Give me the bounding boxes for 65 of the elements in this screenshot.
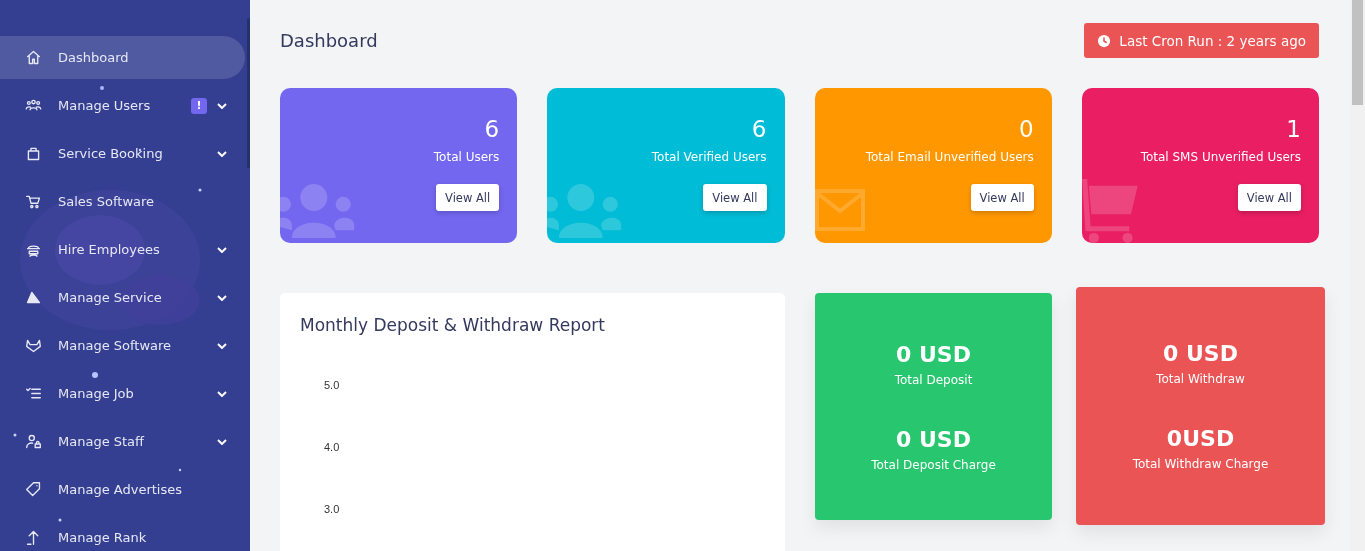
- stat-label: Total Verified Users: [651, 150, 767, 164]
- amount-label: Total Deposit: [894, 372, 973, 387]
- stat-value: 6: [484, 116, 500, 142]
- amount-value: 0 USD: [1163, 341, 1238, 366]
- menu-label: Manage Users: [58, 98, 152, 113]
- cron-status-button[interactable]: Last Cron Run : 2 years ago: [1084, 23, 1319, 58]
- sidebar-item[interactable]: Manage Staff: [0, 420, 245, 463]
- menu-label: Manage Staff: [58, 434, 146, 449]
- sidebar-item[interactable]: Hire Employees: [0, 228, 245, 271]
- view-all-button[interactable]: View All: [436, 184, 500, 211]
- scrollbar-thumb[interactable]: [1352, 0, 1363, 105]
- view-all-button[interactable]: View All: [703, 184, 767, 211]
- user-lock-icon: [25, 433, 42, 450]
- axis-label: 4.0: [324, 441, 341, 453]
- scrollbar-thumb[interactable]: [247, 18, 250, 168]
- axis-label: 5.0: [324, 379, 341, 391]
- menu-label: Service Booking: [58, 146, 164, 161]
- sidebar-item[interactable]: Manage Software: [0, 324, 245, 367]
- stat-value: 0: [1019, 116, 1034, 142]
- chevron-down-icon: [217, 438, 227, 445]
- sidebar-item[interactable]: Sales Software: [0, 180, 245, 223]
- chevron-down-icon: [217, 150, 227, 157]
- clock-icon: [1097, 33, 1112, 48]
- menu-label: Manage Software: [58, 338, 173, 353]
- stat-label: Total Users: [433, 150, 500, 164]
- chevron-down-icon: [217, 246, 227, 253]
- axis-label: 3.0: [324, 503, 341, 515]
- stat-value: 1: [1286, 116, 1301, 142]
- bag-icon: [25, 145, 42, 162]
- amount-label: Total Withdraw Charge: [1132, 457, 1269, 471]
- stat-value: 6: [751, 116, 767, 142]
- amount-value: 0 USD: [896, 426, 971, 452]
- envelope-icon: [814, 189, 865, 231]
- menu-label: Manage Advertises: [58, 482, 183, 497]
- menu-label: Manage Job: [58, 386, 135, 401]
- report-title: Monthly Deposit & Withdraw Report: [300, 315, 606, 335]
- stat-label: Total Email Unverified Users: [865, 150, 1034, 164]
- menu-label: Manage Rank: [58, 530, 148, 545]
- home-icon: [25, 49, 42, 66]
- page-title: Dashboard: [280, 30, 378, 51]
- tag-icon: [25, 481, 42, 498]
- amount-value: 0 USD: [896, 341, 971, 367]
- fox-icon: [25, 337, 42, 354]
- amount-label: Total Deposit Charge: [871, 457, 996, 472]
- menu-label: Hire Employees: [58, 242, 161, 257]
- sidebar-item[interactable]: Service Booking: [0, 132, 245, 175]
- sidebar-item[interactable]: Manage Job: [0, 372, 245, 415]
- menu-label: Sales Software: [58, 194, 156, 209]
- amount-value: 0USD: [1166, 426, 1235, 451]
- sidebar-item[interactable]: Manage Service: [0, 276, 245, 319]
- sidebar-item[interactable]: Manage Advertises: [0, 468, 245, 511]
- sidebar-item[interactable]: Dashboard: [0, 36, 245, 79]
- chevron-down-icon: [217, 294, 227, 301]
- menu-label: Dashboard: [58, 50, 130, 65]
- view-all-button[interactable]: View All: [1237, 184, 1301, 211]
- menu-label: Manage Service: [58, 290, 163, 305]
- cart-icon: [25, 193, 42, 210]
- view-all-button[interactable]: View All: [970, 184, 1034, 211]
- chevron-down-icon: [217, 102, 227, 109]
- chevron-down-icon: [217, 342, 227, 349]
- sidebar-item[interactable]: Manage Users !: [0, 84, 245, 127]
- stat-label: Total SMS Unverified Users: [1140, 150, 1301, 164]
- amount-label: Total Withdraw: [1156, 372, 1245, 386]
- chevron-down-icon: [217, 390, 227, 397]
- sidebar-item[interactable]: Manage Rank: [0, 516, 245, 551]
